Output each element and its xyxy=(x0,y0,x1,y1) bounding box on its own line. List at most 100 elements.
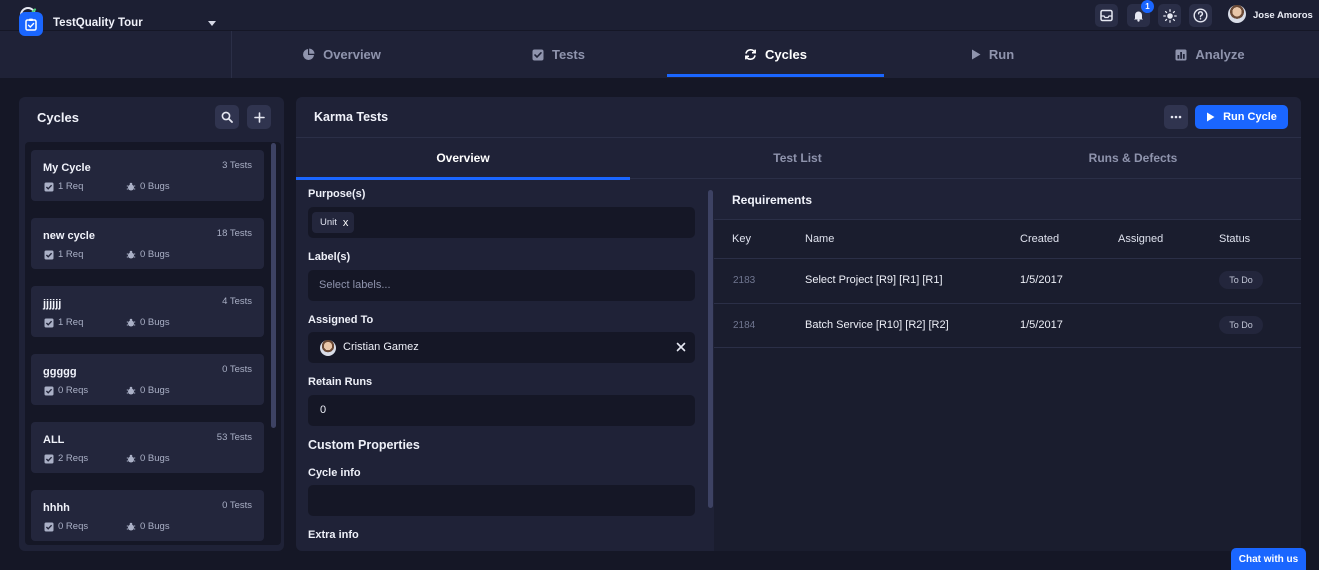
tab-detail-overview[interactable]: Overview xyxy=(296,137,630,179)
custom-properties-title: Custom Properties xyxy=(308,438,420,452)
tab-overview[interactable]: Overview xyxy=(233,31,450,78)
column-header-assigned[interactable]: Assigned xyxy=(1118,233,1163,245)
column-header-key[interactable]: Key xyxy=(732,233,751,245)
divider xyxy=(714,347,1301,348)
project-selector[interactable] xyxy=(0,31,232,78)
play-icon xyxy=(1206,112,1215,122)
cycle-test-count: 3 Tests xyxy=(222,160,252,171)
checkbox-icon xyxy=(532,49,544,61)
tab-cycles[interactable]: Cycles xyxy=(667,31,884,78)
table-row[interactable] xyxy=(714,304,1301,348)
tab-overview-label: Overview xyxy=(323,47,381,62)
cycle-card[interactable]: My Cycle 3 Tests 1 Req 0 Bugs xyxy=(31,150,264,201)
tab-run[interactable]: Run xyxy=(884,31,1101,78)
play-icon xyxy=(971,49,981,60)
cycle-name: ggggg xyxy=(43,366,77,378)
table-row[interactable] xyxy=(714,259,1301,303)
cycle-bugs-label: 0 Bugs xyxy=(140,317,170,328)
notifications-bell-icon[interactable]: 1 xyxy=(1127,0,1154,27)
divider xyxy=(714,219,1301,220)
labels-field[interactable]: Select labels... xyxy=(308,270,695,301)
run-cycle-button[interactable]: Run Cycle xyxy=(1195,105,1288,129)
requirement-name[interactable]: Batch Service [R10] [R2] [R2] xyxy=(805,319,949,331)
chip-remove-button[interactable]: x xyxy=(343,217,349,229)
cycle-bugs-label: 0 Bugs xyxy=(140,453,170,464)
refresh-icon xyxy=(744,48,757,61)
bug-icon xyxy=(126,386,136,394)
requirement-key: 2183 xyxy=(733,275,756,286)
clear-assignee-icon[interactable] xyxy=(676,342,686,352)
cycle-name: ALL xyxy=(43,434,65,446)
cycle-test-count: 4 Tests xyxy=(222,296,252,307)
requirement-check-icon xyxy=(44,182,54,191)
bug-icon xyxy=(126,318,136,326)
cycle-reqs: 2 Reqs xyxy=(44,453,88,464)
purpose-chip-label: Unit xyxy=(320,217,337,228)
column-header-created[interactable]: Created xyxy=(1020,233,1059,245)
bug-icon xyxy=(126,250,136,258)
requirement-check-icon xyxy=(44,454,54,463)
user-avatar[interactable] xyxy=(1228,5,1246,23)
purpose-field[interactable]: Unit x xyxy=(308,207,695,238)
cycle-test-count: 0 Tests xyxy=(222,500,252,511)
help-icon[interactable] xyxy=(1189,4,1212,27)
add-cycle-button[interactable] xyxy=(247,105,271,129)
chat-with-us-button[interactable]: Chat with us xyxy=(1231,548,1306,570)
cycle-reqs-label: 1 Req xyxy=(58,181,84,192)
cycle-test-count: 0 Tests xyxy=(222,364,252,375)
form-scrollbar[interactable] xyxy=(708,190,713,508)
cycle-test-count: 18 Tests xyxy=(216,228,252,239)
cycle-bugs: 0 Bugs xyxy=(126,521,170,532)
column-header-name[interactable]: Name xyxy=(805,233,834,245)
tab-tests[interactable]: Tests xyxy=(450,31,667,78)
user-name[interactable]: Jose Amoros xyxy=(1253,10,1313,21)
active-subtab-indicator xyxy=(296,177,630,180)
cycle-bugs: 0 Bugs xyxy=(126,181,170,192)
search-button[interactable] xyxy=(215,105,239,129)
theme-sun-icon[interactable] xyxy=(1158,4,1181,27)
more-options-button[interactable] xyxy=(1164,105,1188,129)
cycle-name: hhhh xyxy=(43,502,70,514)
cycle-bugs: 0 Bugs xyxy=(126,249,170,260)
requirement-check-icon xyxy=(44,522,54,531)
chevron-down-icon[interactable] xyxy=(208,21,216,26)
cycle-card[interactable]: hhhh 0 Tests 0 Reqs 0 Bugs xyxy=(31,490,264,541)
tab-analyze[interactable]: Analyze xyxy=(1101,31,1319,78)
plus-icon xyxy=(253,111,265,123)
requirement-check-icon xyxy=(44,318,54,327)
cycle-list-scrollbar[interactable] xyxy=(271,143,276,428)
tab-analyze-label: Analyze xyxy=(1195,47,1245,62)
cycle-reqs: 1 Req xyxy=(44,317,83,328)
status-badge: To Do xyxy=(1219,316,1263,334)
requirement-check-icon xyxy=(44,386,54,395)
tab-test-list[interactable]: Test List xyxy=(630,137,965,179)
cycle-bugs-label: 0 Bugs xyxy=(140,385,170,396)
cycle-card[interactable]: jjjjjj 4 Tests 1 Req 0 Bugs xyxy=(31,286,264,337)
cycle-card[interactable]: ggggg 0 Tests 0 Reqs 0 Bugs xyxy=(31,354,264,405)
cycle-info-input[interactable] xyxy=(308,485,695,516)
tab-runs-defects[interactable]: Runs & Defects xyxy=(965,137,1301,179)
cycle-reqs-label: 1 Req xyxy=(58,317,84,328)
assigned-to-label: Assigned To xyxy=(308,314,374,326)
retain-runs-input[interactable]: 0 xyxy=(308,395,695,426)
assigned-to-field[interactable]: Cristian Gamez xyxy=(308,332,695,363)
tab-run-label: Run xyxy=(988,47,1015,62)
assignee-avatar xyxy=(320,340,336,356)
column-header-status[interactable]: Status xyxy=(1219,233,1250,245)
cycle-card[interactable]: new cycle 18 Tests 1 Req 0 Bugs xyxy=(31,218,264,269)
extra-info-label: Extra info xyxy=(308,529,359,541)
cycle-bugs-label: 0 Bugs xyxy=(140,181,170,192)
cycle-reqs-label: 0 Reqs xyxy=(58,521,89,532)
cycle-card[interactable]: ALL 53 Tests 2 Reqs 0 Bugs xyxy=(31,422,264,473)
requirement-created: 1/5/2017 xyxy=(1020,274,1063,286)
cycle-name: jjjjjj xyxy=(43,298,62,310)
inbox-icon[interactable] xyxy=(1095,4,1118,27)
cycle-bugs: 0 Bugs xyxy=(126,385,170,396)
cycle-bugs: 0 Bugs xyxy=(126,317,170,328)
more-horizontal-icon xyxy=(1170,115,1182,119)
notification-count-badge: 1 xyxy=(1141,0,1154,13)
project-name[interactable]: TestQuality Tour xyxy=(53,17,143,29)
bug-icon xyxy=(126,454,136,462)
requirement-name[interactable]: Select Project [R9] [R1] [R1] xyxy=(805,274,943,286)
cycle-reqs: 0 Reqs xyxy=(44,521,88,532)
